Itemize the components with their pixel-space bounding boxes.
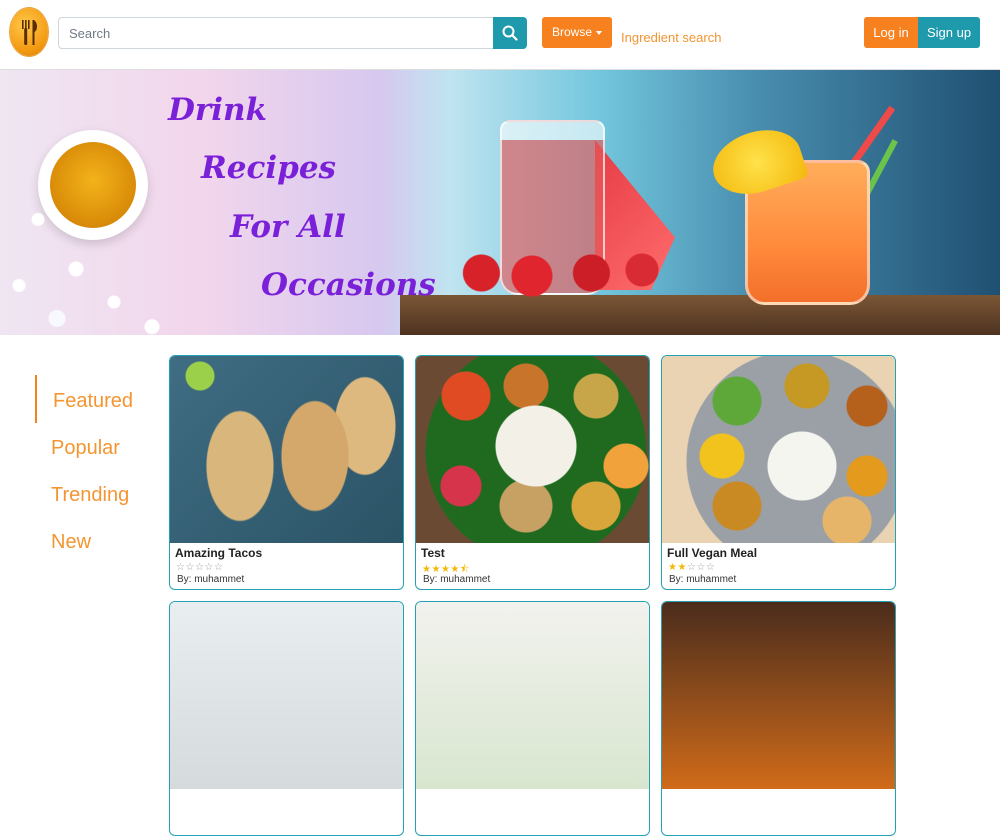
browse-dropdown-button[interactable]: Browse xyxy=(542,17,612,48)
banner-flowers-image xyxy=(0,170,190,335)
recipe-title[interactable]: Test xyxy=(421,546,445,560)
recipe-image[interactable] xyxy=(416,602,649,789)
recipe-card[interactable] xyxy=(661,601,896,836)
browse-label: Browse xyxy=(552,25,593,39)
caret-down-icon xyxy=(596,31,602,35)
banner-table-surface xyxy=(400,295,1000,335)
recipe-card[interactable]: Full Vegan Meal ★★☆☆☆ By: muhammet xyxy=(661,355,896,590)
star-icon: ☆ xyxy=(696,562,706,573)
banner-strawberries-image xyxy=(455,240,675,300)
star-icon: ☆ xyxy=(705,562,716,573)
navbar: Browse Ingredient search Log in Sign up xyxy=(0,0,1000,70)
rating-stars: ☆☆☆☆☆ xyxy=(176,562,223,573)
star-icon: ☆ xyxy=(213,562,224,573)
recipe-card[interactable]: Test ★★★★⯪ By: muhammet xyxy=(415,355,650,590)
search-icon xyxy=(502,25,518,41)
headline-line-3: For All xyxy=(230,209,346,245)
logo[interactable] xyxy=(10,8,48,56)
search-input[interactable] xyxy=(58,17,494,49)
headline-line-2: Recipes xyxy=(201,150,336,186)
recipe-image[interactable] xyxy=(662,602,895,789)
recipe-card[interactable] xyxy=(415,601,650,836)
ingredient-search-link[interactable]: Ingredient search xyxy=(621,30,721,45)
star-icon: ☆ xyxy=(194,562,205,573)
recipe-image[interactable] xyxy=(416,356,649,543)
sidebar-item-trending[interactable]: Trending xyxy=(51,484,129,507)
recipe-image[interactable] xyxy=(170,602,403,789)
headline-line-1: Drink xyxy=(168,92,268,128)
sidebar-item-featured[interactable]: Featured xyxy=(53,390,133,413)
rating-stars: ★★☆☆☆ xyxy=(668,562,715,573)
recipe-title[interactable]: Amazing Tacos xyxy=(175,546,262,560)
login-button[interactable]: Log in xyxy=(864,17,918,48)
recipe-card[interactable] xyxy=(169,601,404,836)
star-icon: ☆ xyxy=(204,562,214,573)
recipe-image[interactable] xyxy=(170,356,403,543)
sidebar-item-popular[interactable]: Popular xyxy=(51,437,120,460)
search-bar xyxy=(58,17,528,49)
hero-banner: Drink Recipes For All Occasions xyxy=(0,70,1000,335)
star-icon: ☆ xyxy=(185,562,195,573)
star-icon: ★ xyxy=(677,562,687,573)
search-button[interactable] xyxy=(493,17,527,49)
recipe-title[interactable]: Full Vegan Meal xyxy=(667,546,757,560)
recipe-card[interactable]: Amazing Tacos ☆☆☆☆☆ By: muhammet xyxy=(169,355,404,590)
recipe-author: By: muhammet xyxy=(177,574,245,585)
headline-line-4: Occasions xyxy=(261,267,436,303)
recipe-author: By: muhammet xyxy=(669,574,737,585)
star-icon: ☆ xyxy=(686,562,697,573)
sidebar-item-new[interactable]: New xyxy=(51,531,91,554)
utensils-icon xyxy=(22,20,38,45)
signup-button[interactable]: Sign up xyxy=(918,17,980,48)
active-indicator xyxy=(35,375,37,423)
recipe-author: By: muhammet xyxy=(423,574,491,585)
recipe-image[interactable] xyxy=(662,356,895,543)
